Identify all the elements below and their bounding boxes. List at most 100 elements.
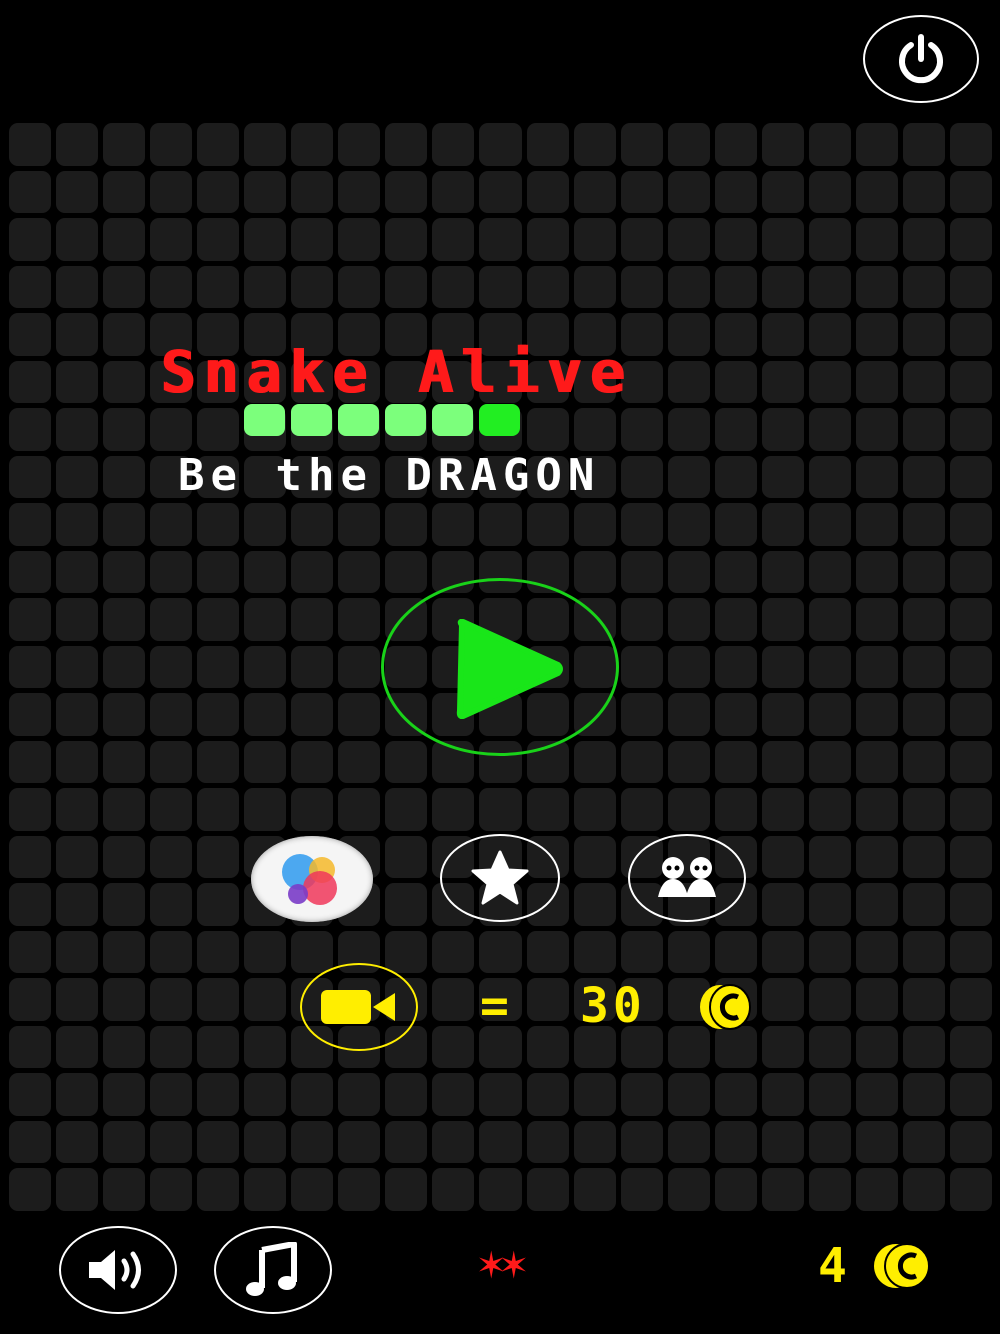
grid-cell xyxy=(761,1120,804,1164)
grid-cell xyxy=(761,265,804,309)
grid-cell xyxy=(714,170,757,214)
grid-cell xyxy=(197,503,240,546)
grid-cell xyxy=(949,360,992,404)
grid-cell xyxy=(385,740,428,784)
grid-cell xyxy=(902,360,945,404)
grid-cell xyxy=(949,883,992,926)
grid-cell xyxy=(714,788,757,831)
grid-cell xyxy=(9,788,52,831)
grid-cell xyxy=(197,1120,240,1164)
grid-cell xyxy=(761,788,804,831)
grid-cell xyxy=(620,1120,663,1164)
music-toggle-button[interactable] xyxy=(214,1226,332,1314)
grid-cell xyxy=(949,123,992,166)
grid-cell xyxy=(855,883,898,926)
grid-cell xyxy=(432,265,475,309)
grid-cell xyxy=(949,265,992,309)
grid-cell xyxy=(855,788,898,831)
grid-cell xyxy=(291,645,334,689)
grid-cell xyxy=(761,170,804,214)
grid-cell xyxy=(244,598,287,641)
grid-cell xyxy=(855,170,898,214)
grid-cell xyxy=(761,883,804,926)
grid-cell xyxy=(338,265,381,309)
grid-cell xyxy=(150,740,193,784)
grid-cell xyxy=(620,930,663,974)
grid-cell xyxy=(244,170,287,214)
grid-cell xyxy=(855,360,898,404)
grid-cell xyxy=(573,883,616,926)
grid-cell xyxy=(714,123,757,166)
grid-cell xyxy=(526,1120,569,1164)
grid-cell xyxy=(385,550,428,594)
grid-cell xyxy=(714,1168,757,1211)
power-icon xyxy=(899,34,943,84)
grid-cell xyxy=(667,645,710,689)
grid-cell xyxy=(150,788,193,831)
grid-cell xyxy=(244,788,287,831)
grid-cell xyxy=(56,788,99,831)
grid-cell xyxy=(338,503,381,546)
grid-cell xyxy=(902,123,945,166)
grid-cell xyxy=(526,503,569,546)
grid-cell xyxy=(808,598,851,641)
grid-cell xyxy=(9,930,52,974)
grid-cell xyxy=(103,1120,146,1164)
grid-cell xyxy=(197,883,240,926)
snake-segment xyxy=(338,404,379,436)
grid-cell xyxy=(103,503,146,546)
power-button[interactable] xyxy=(863,15,979,103)
grid-cell xyxy=(949,455,992,499)
grid-cell xyxy=(244,503,287,546)
grid-cell xyxy=(56,550,99,594)
grid-cell xyxy=(667,693,710,736)
sound-toggle-button[interactable] xyxy=(59,1226,177,1314)
grid-cell xyxy=(714,645,757,689)
grid-cell xyxy=(338,598,381,641)
grid-cell xyxy=(150,123,193,166)
grid-cell xyxy=(103,930,146,974)
grid-cell xyxy=(291,170,334,214)
grid-cell xyxy=(9,1025,52,1069)
grid-cell xyxy=(9,218,52,261)
grid-cell xyxy=(808,978,851,1021)
game-center-button[interactable] xyxy=(251,836,373,922)
grid-cell xyxy=(150,1120,193,1164)
grid-cell xyxy=(855,550,898,594)
grid-cell xyxy=(479,1168,522,1211)
grid-cell xyxy=(432,1120,475,1164)
grid-cell xyxy=(855,930,898,974)
grid-cell xyxy=(56,1025,99,1069)
grid-cell xyxy=(667,740,710,784)
multiplayer-button[interactable] xyxy=(628,834,746,922)
grid-cell xyxy=(714,1073,757,1116)
grid-cell xyxy=(432,788,475,831)
grid-cell xyxy=(761,978,804,1021)
grid-cell xyxy=(338,1073,381,1116)
grid-cell xyxy=(526,1073,569,1116)
grid-cell xyxy=(150,408,193,451)
play-button[interactable] xyxy=(381,578,619,756)
grid-cell xyxy=(667,123,710,166)
grid-cell xyxy=(714,1025,757,1069)
grid-cell xyxy=(667,265,710,309)
grid-cell xyxy=(9,835,52,879)
grid-cell xyxy=(197,408,240,451)
grid-cell xyxy=(902,740,945,784)
grid-cell xyxy=(573,1120,616,1164)
speaker-icon xyxy=(89,1250,141,1290)
grid-cell xyxy=(949,1073,992,1116)
grid-cell xyxy=(56,883,99,926)
grid-cell xyxy=(103,265,146,309)
rate-button[interactable] xyxy=(440,834,560,922)
grid-cell xyxy=(902,835,945,879)
grid-cell xyxy=(808,408,851,451)
grid-cell xyxy=(150,1168,193,1211)
grid-cell xyxy=(244,740,287,784)
grid-cell xyxy=(56,978,99,1021)
game-subtitle: Be the DRAGON xyxy=(178,450,601,501)
grid-cell xyxy=(761,740,804,784)
grid-cell xyxy=(761,1073,804,1116)
watch-video-button[interactable] xyxy=(300,963,418,1051)
grid-cell xyxy=(620,740,663,784)
